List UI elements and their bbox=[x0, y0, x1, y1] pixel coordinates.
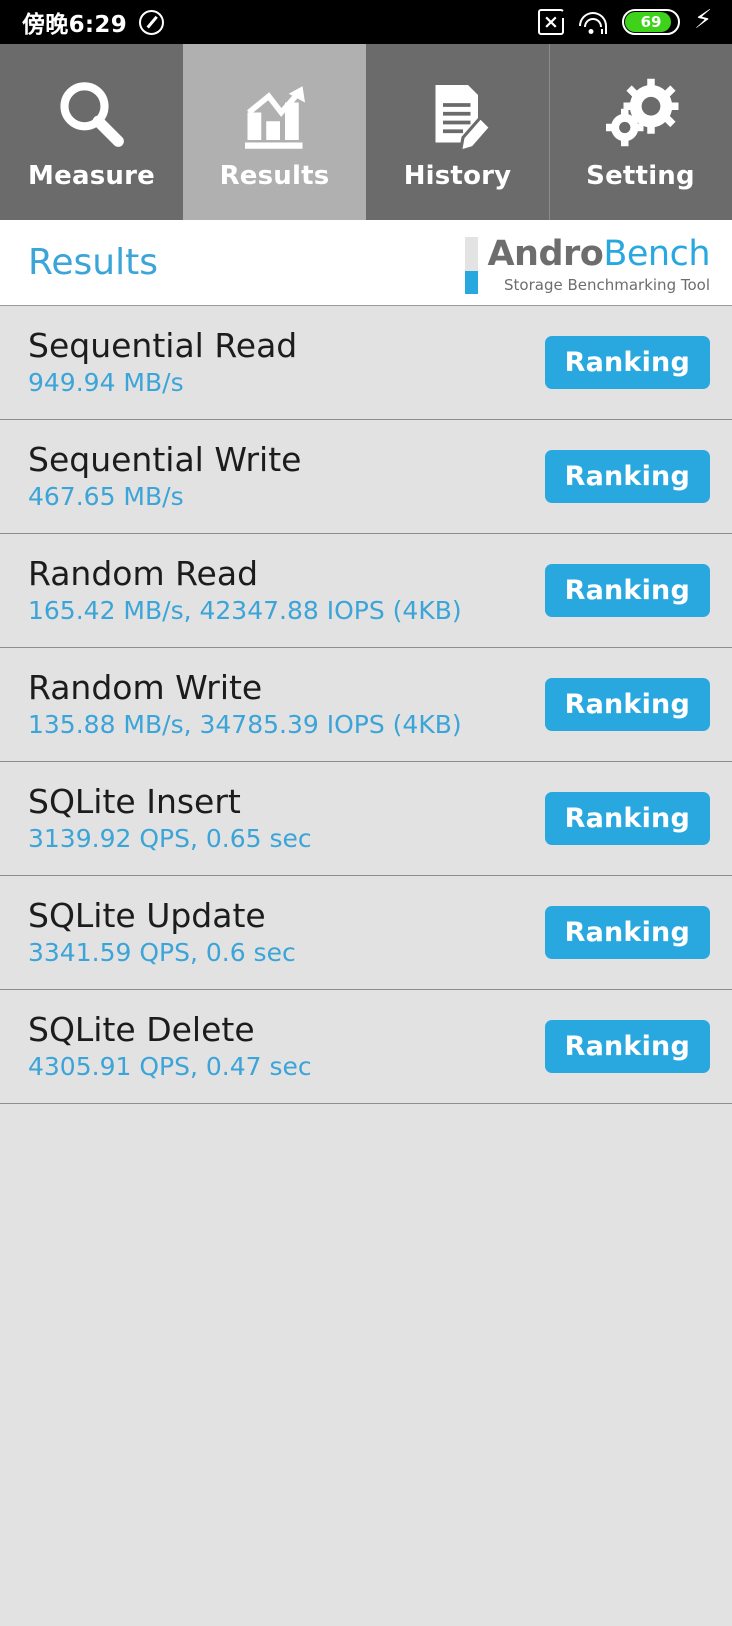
result-value: 467.65 MB/s bbox=[28, 481, 184, 511]
table-row[interactable]: Random Read 165.42 MB/s, 42347.88 IOPS (… bbox=[0, 534, 732, 648]
androbench-logo: AndroBench Storage Benchmarking Tool bbox=[465, 231, 710, 294]
sim-card-disabled-icon bbox=[538, 8, 565, 35]
row-text: Random Write 135.88 MB/s, 34785.39 IOPS … bbox=[28, 668, 462, 739]
status-bar-right: 69 ⚡ bbox=[538, 5, 713, 35]
result-value: 4305.91 QPS, 0.47 sec bbox=[28, 1051, 312, 1081]
result-title: Random Write bbox=[28, 668, 263, 708]
result-title: SQLite Insert bbox=[28, 782, 241, 822]
result-value: 165.42 MB/s, 42347.88 IOPS (4KB) bbox=[28, 595, 462, 625]
empty-area bbox=[0, 1104, 732, 1626]
table-row[interactable]: SQLite Update 3341.59 QPS, 0.6 sec Ranki… bbox=[0, 876, 732, 990]
tab-bar: Measure Results History Setting bbox=[0, 44, 732, 220]
logo-text: AndroBench Storage Benchmarking Tool bbox=[487, 237, 710, 295]
result-value: 3341.59 QPS, 0.6 sec bbox=[28, 937, 296, 967]
result-title: SQLite Update bbox=[28, 896, 266, 936]
document-pen-icon bbox=[418, 73, 498, 155]
page-title: Results bbox=[28, 242, 158, 283]
ranking-button[interactable]: Ranking bbox=[544, 792, 710, 845]
logo-tagline: Storage Benchmarking Tool bbox=[504, 276, 710, 294]
tab-setting[interactable]: Setting bbox=[549, 44, 732, 220]
result-value: 135.88 MB/s, 34785.39 IOPS (4KB) bbox=[28, 709, 462, 739]
tab-results-label: Results bbox=[219, 161, 330, 191]
result-value: 3139.92 QPS, 0.65 sec bbox=[28, 823, 312, 853]
result-title: Sequential Read bbox=[28, 326, 298, 366]
status-time: 傍晚6:29 bbox=[22, 12, 128, 38]
row-text: SQLite Insert 3139.92 QPS, 0.65 sec bbox=[28, 782, 312, 853]
tab-history-label: History bbox=[403, 161, 512, 191]
status-bar: 傍晚6:29 69 ⚡ bbox=[0, 0, 732, 44]
status-bar-left: 傍晚6:29 bbox=[22, 5, 165, 39]
ranking-button[interactable]: Ranking bbox=[544, 906, 710, 959]
app-screen: 傍晚6:29 69 ⚡ Measure bbox=[0, 0, 732, 1626]
battery-level: 69 bbox=[640, 13, 662, 31]
battery-icon: 69 bbox=[622, 9, 680, 35]
logo-wordmark: AndroBench bbox=[487, 237, 710, 272]
table-row[interactable]: Sequential Read 949.94 MB/s Ranking bbox=[0, 306, 732, 420]
ranking-button[interactable]: Ranking bbox=[544, 678, 710, 731]
ranking-button[interactable]: Ranking bbox=[544, 450, 710, 503]
row-text: Random Read 165.42 MB/s, 42347.88 IOPS (… bbox=[28, 554, 462, 625]
ranking-button[interactable]: Ranking bbox=[544, 336, 710, 389]
results-list: Sequential Read 949.94 MB/s Ranking Sequ… bbox=[0, 306, 732, 1104]
ranking-button[interactable]: Ranking bbox=[544, 564, 710, 617]
wifi-icon bbox=[578, 10, 608, 34]
tab-measure-label: Measure bbox=[28, 161, 155, 191]
result-title: Random Read bbox=[28, 554, 259, 594]
table-row[interactable]: Sequential Write 467.65 MB/s Ranking bbox=[0, 420, 732, 534]
bar-chart-icon bbox=[235, 73, 315, 155]
logo-andro: Andro bbox=[487, 234, 604, 274]
tab-results[interactable]: Results bbox=[183, 44, 366, 220]
tab-history[interactable]: History bbox=[366, 44, 549, 220]
do-not-disturb-icon bbox=[139, 9, 165, 35]
logo-bench: Bench bbox=[603, 234, 710, 274]
row-text: Sequential Read 949.94 MB/s bbox=[28, 326, 298, 397]
tab-measure[interactable]: Measure bbox=[0, 44, 183, 220]
ranking-button[interactable]: Ranking bbox=[544, 1020, 710, 1073]
table-row[interactable]: Random Write 135.88 MB/s, 34785.39 IOPS … bbox=[0, 648, 732, 762]
result-title: SQLite Delete bbox=[28, 1010, 255, 1050]
gears-icon bbox=[601, 73, 681, 155]
logo-accent-bar bbox=[465, 237, 479, 294]
row-text: SQLite Update 3341.59 QPS, 0.6 sec bbox=[28, 896, 296, 967]
row-text: Sequential Write 467.65 MB/s bbox=[28, 440, 302, 511]
table-row[interactable]: SQLite Insert 3139.92 QPS, 0.65 sec Rank… bbox=[0, 762, 732, 876]
table-row[interactable]: SQLite Delete 4305.91 QPS, 0.47 sec Rank… bbox=[0, 990, 732, 1104]
result-value: 949.94 MB/s bbox=[28, 367, 184, 397]
tab-setting-label: Setting bbox=[586, 161, 695, 191]
page-header: Results AndroBench Storage Benchmarking … bbox=[0, 220, 732, 306]
result-title: Sequential Write bbox=[28, 440, 302, 480]
row-text: SQLite Delete 4305.91 QPS, 0.47 sec bbox=[28, 1010, 312, 1081]
lightning-bolt-icon: ⚡ bbox=[694, 5, 713, 35]
magnifier-icon bbox=[52, 73, 132, 155]
